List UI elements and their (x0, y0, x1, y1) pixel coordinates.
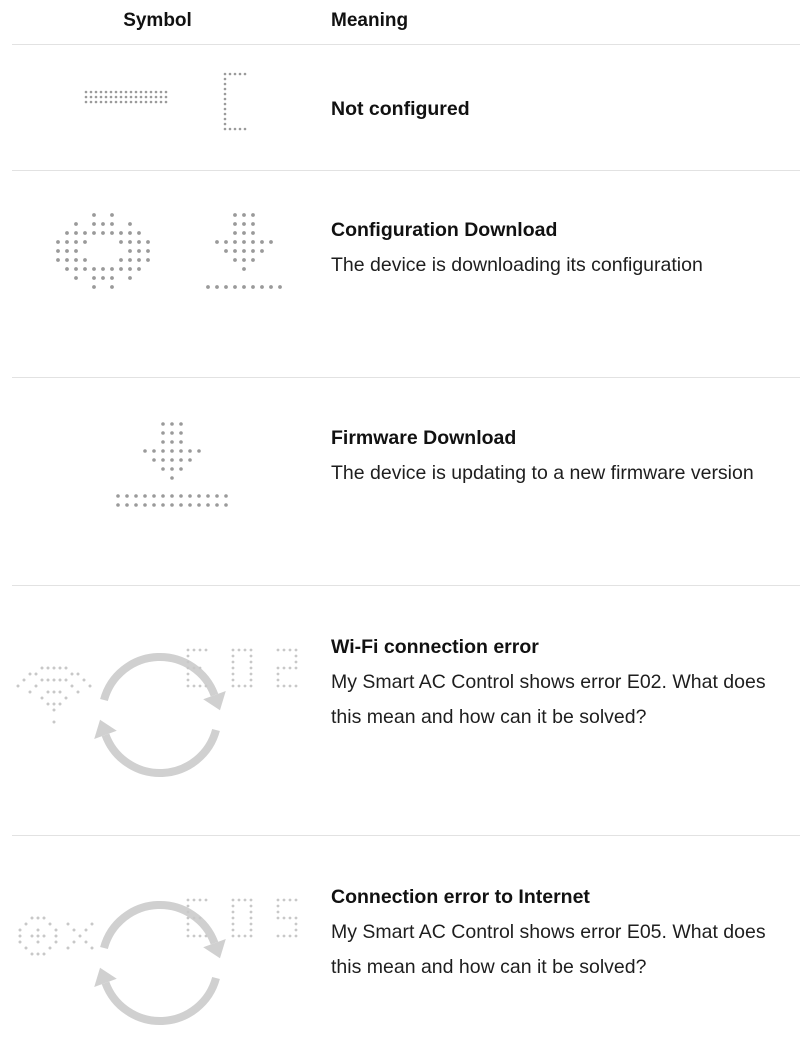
not-configured-dot-icon (0, 60, 320, 160)
download-dot-icon (206, 213, 282, 289)
dot-line-icon (84, 90, 168, 104)
internet-error-e05-icon (0, 858, 320, 1040)
row-title: Wi-Fi connection error (331, 636, 539, 658)
row-description: My Smart AC Control shows error E02. Wha… (331, 671, 766, 728)
download-arrow-dot-icon (116, 422, 228, 507)
cycle-arrow-icon (100, 653, 219, 702)
download-arrow-dot-icon (0, 410, 320, 540)
table-row: Not configured (331, 92, 800, 127)
gear-dot-icon (56, 213, 150, 289)
row-description: The device is downloading its configurat… (331, 254, 703, 276)
divider (12, 44, 800, 45)
internet-dot-icon (18, 916, 94, 956)
cycle-arrow-icon (101, 728, 220, 777)
wifi-error-e02-icon (0, 610, 320, 810)
row-description: The device is updating to a new firmware… (331, 462, 754, 484)
bracket-icon (223, 72, 247, 131)
meaning-column-header: Meaning (331, 10, 409, 31)
row-description: My Smart AC Control shows error E05. Wha… (331, 921, 766, 978)
row-title: Configuration Download (331, 219, 558, 241)
error-code-icon-5 (276, 898, 298, 938)
table-row: Wi-Fi connection error My Smart AC Contr… (331, 630, 800, 735)
symbol-column-header: Symbol (123, 10, 192, 31)
row-title: Not configured (331, 98, 470, 120)
error-code-icon-0 (231, 648, 253, 688)
error-code-icon-0 (231, 898, 253, 938)
wifi-dot-icon (16, 666, 92, 724)
divider (12, 835, 800, 836)
divider (12, 377, 800, 378)
cycle-arrow-icon (100, 901, 219, 950)
row-title: Connection error to Internet (331, 886, 590, 908)
error-code-icon-2 (276, 648, 298, 688)
cycle-arrow-icon (101, 976, 220, 1025)
row-title: Firmware Download (331, 427, 517, 449)
gear-download-dot-icon (0, 195, 320, 345)
divider (12, 170, 800, 171)
table-row: Firmware Download The device is updating… (331, 421, 800, 491)
table-row: Configuration Download The device is dow… (331, 213, 800, 283)
table-row: Connection error to Internet My Smart AC… (331, 880, 800, 985)
divider (12, 585, 800, 586)
